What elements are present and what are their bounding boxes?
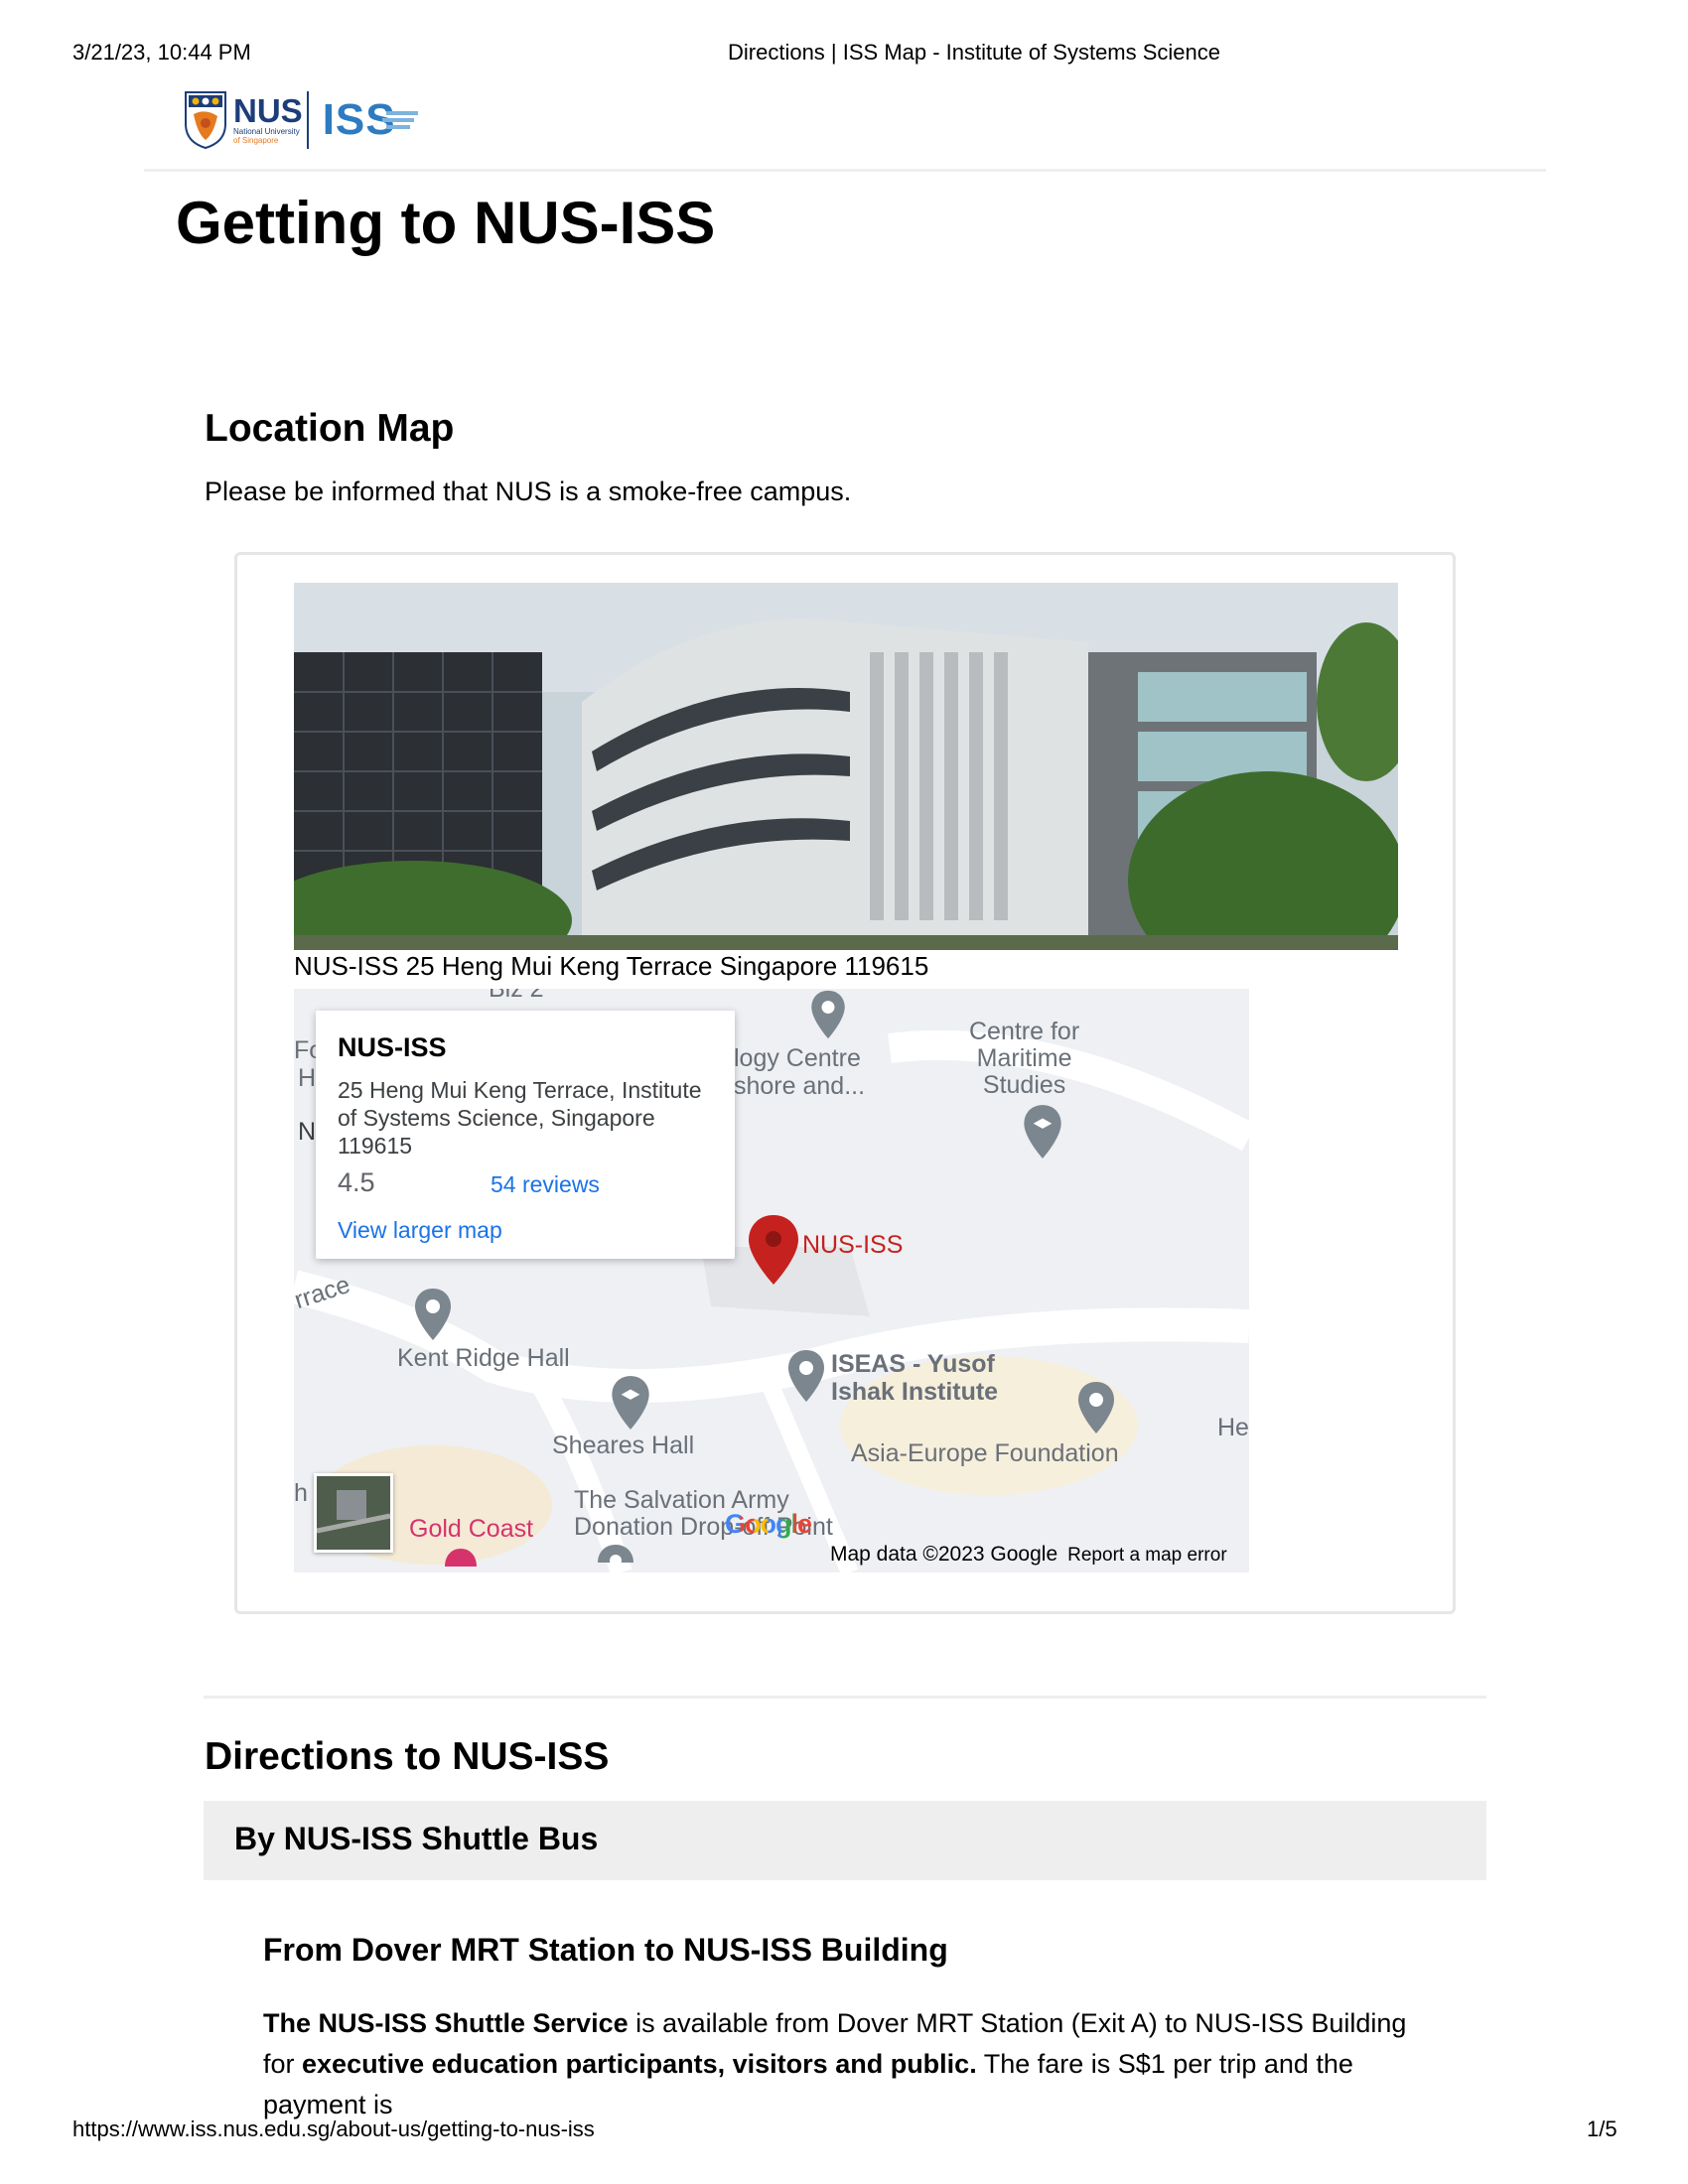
address-caption: NUS-ISS 25 Heng Mui Keng Terrace Singapo… — [294, 951, 929, 981]
google-logo-text: Google — [725, 1509, 812, 1539]
offshore-label: shore and... — [734, 1072, 866, 1100]
smoke-free-notice: Please be informed that NUS is a smoke-f… — [205, 477, 852, 506]
place-name: NUS-ISS — [338, 1032, 447, 1062]
nus-logo-text: NUS — [233, 92, 303, 129]
print-datetime: 3/21/23, 10:44 PM — [72, 40, 251, 65]
location-map-heading: Location Map — [205, 407, 455, 450]
reviews-link[interactable]: 54 reviews — [491, 1171, 600, 1198]
asia-europe-label: Asia-Europe Foundation — [851, 1439, 1119, 1467]
header-divider — [144, 169, 1546, 172]
place-info-window: NUS-ISS 25 Heng Mui Keng Terrace, Instit… — [316, 1011, 735, 1259]
logo-divider — [306, 91, 309, 149]
place-address: 25 Heng Mui Keng Terrace, Institute of S… — [338, 1077, 702, 1159]
report-map-error-link[interactable]: Report a map error — [1067, 1545, 1227, 1566]
gold-coast-pin-icon[interactable] — [443, 1547, 479, 1572]
map-marker — [749, 1215, 798, 1285]
nus-crest-icon — [185, 91, 226, 150]
maritime-studies-pin-icon[interactable] — [1022, 1103, 1063, 1160]
directions-heading: Directions to NUS-ISS — [205, 1735, 610, 1778]
view-larger-map-link[interactable]: View larger map — [338, 1217, 502, 1244]
edge-label: H — [298, 1064, 317, 1092]
nus-iss-marker-icon[interactable] — [747, 1213, 800, 1287]
place-rating: 4.5 — [338, 1167, 375, 1197]
kent-ridge-hall-label: Kent Ridge Hall — [397, 1344, 570, 1372]
edge-label: He — [1217, 1414, 1249, 1441]
print-doc-title: Directions | ISS Map - Institute of Syst… — [728, 40, 1221, 65]
shuttle-bus-accordion[interactable]: By NUS-ISS Shuttle Bus — [204, 1801, 1486, 1880]
kent-ridge-hall-pin-icon[interactable] — [413, 1287, 453, 1342]
google-logo[interactable]: Google — [725, 1509, 812, 1540]
print-url: https://www.iss.nus.edu.sg/about-us/gett… — [72, 2116, 595, 2141]
nus-logo-subtext-2: of Singapore — [233, 136, 279, 145]
page-title: Getting to NUS-ISS — [176, 190, 716, 256]
nus-logo-subtext: National University — [233, 127, 300, 136]
satellite-toggle-button[interactable] — [314, 1473, 393, 1553]
satellite-thumbnail-icon — [316, 1476, 391, 1550]
audience-bold: executive education participants, visito… — [302, 2049, 977, 2079]
building-photo — [294, 583, 1398, 950]
salvation-army-pin-icon[interactable] — [596, 1543, 635, 1572]
shuttle-service-bold: The NUS-ISS Shuttle Service — [263, 2008, 629, 2038]
asia-europe-pin-icon[interactable] — [1076, 1380, 1116, 1435]
print-page-number: 1/5 — [1587, 2116, 1618, 2141]
technology-centre-label: logy Centre — [734, 1044, 861, 1072]
map-data-credit: Map data ©2023 Google — [830, 1543, 1058, 1566]
gold-coast-label: Gold Coast — [409, 1515, 534, 1543]
edge-label: N — [298, 1118, 317, 1146]
biz2-label: Biz 2 — [489, 989, 544, 1003]
embedded-map[interactable]: NUS-ISS logy Centre shore and... Centre … — [294, 989, 1249, 1572]
map-attribution: Map data ©2023 Google Report a map error — [830, 1543, 1227, 1567]
sheares-hall-label: Sheares Hall — [552, 1432, 695, 1459]
site-logo[interactable]: NUS National University of Singapore ISS — [184, 89, 422, 151]
accordion-label: By NUS-ISS Shuttle Bus — [234, 1821, 599, 1856]
iseas-label: ISEAS - Yusof Ishak Institute — [831, 1350, 999, 1406]
dover-mrt-subheading: From Dover MRT Station to NUS-ISS Buildi… — [263, 1932, 948, 1968]
marker-label: NUS-ISS — [802, 1231, 904, 1259]
poi-pin-icon[interactable] — [808, 989, 848, 1040]
shuttle-description: The NUS-ISS Shuttle Service is available… — [263, 2003, 1445, 2125]
section-divider — [204, 1696, 1486, 1699]
iss-swoosh-icon — [381, 111, 418, 129]
iseas-pin-icon[interactable] — [786, 1348, 826, 1404]
sheares-hall-pin-icon[interactable] — [610, 1374, 651, 1432]
maritime-studies-label: Centre for Maritime Studies — [969, 1018, 1080, 1099]
